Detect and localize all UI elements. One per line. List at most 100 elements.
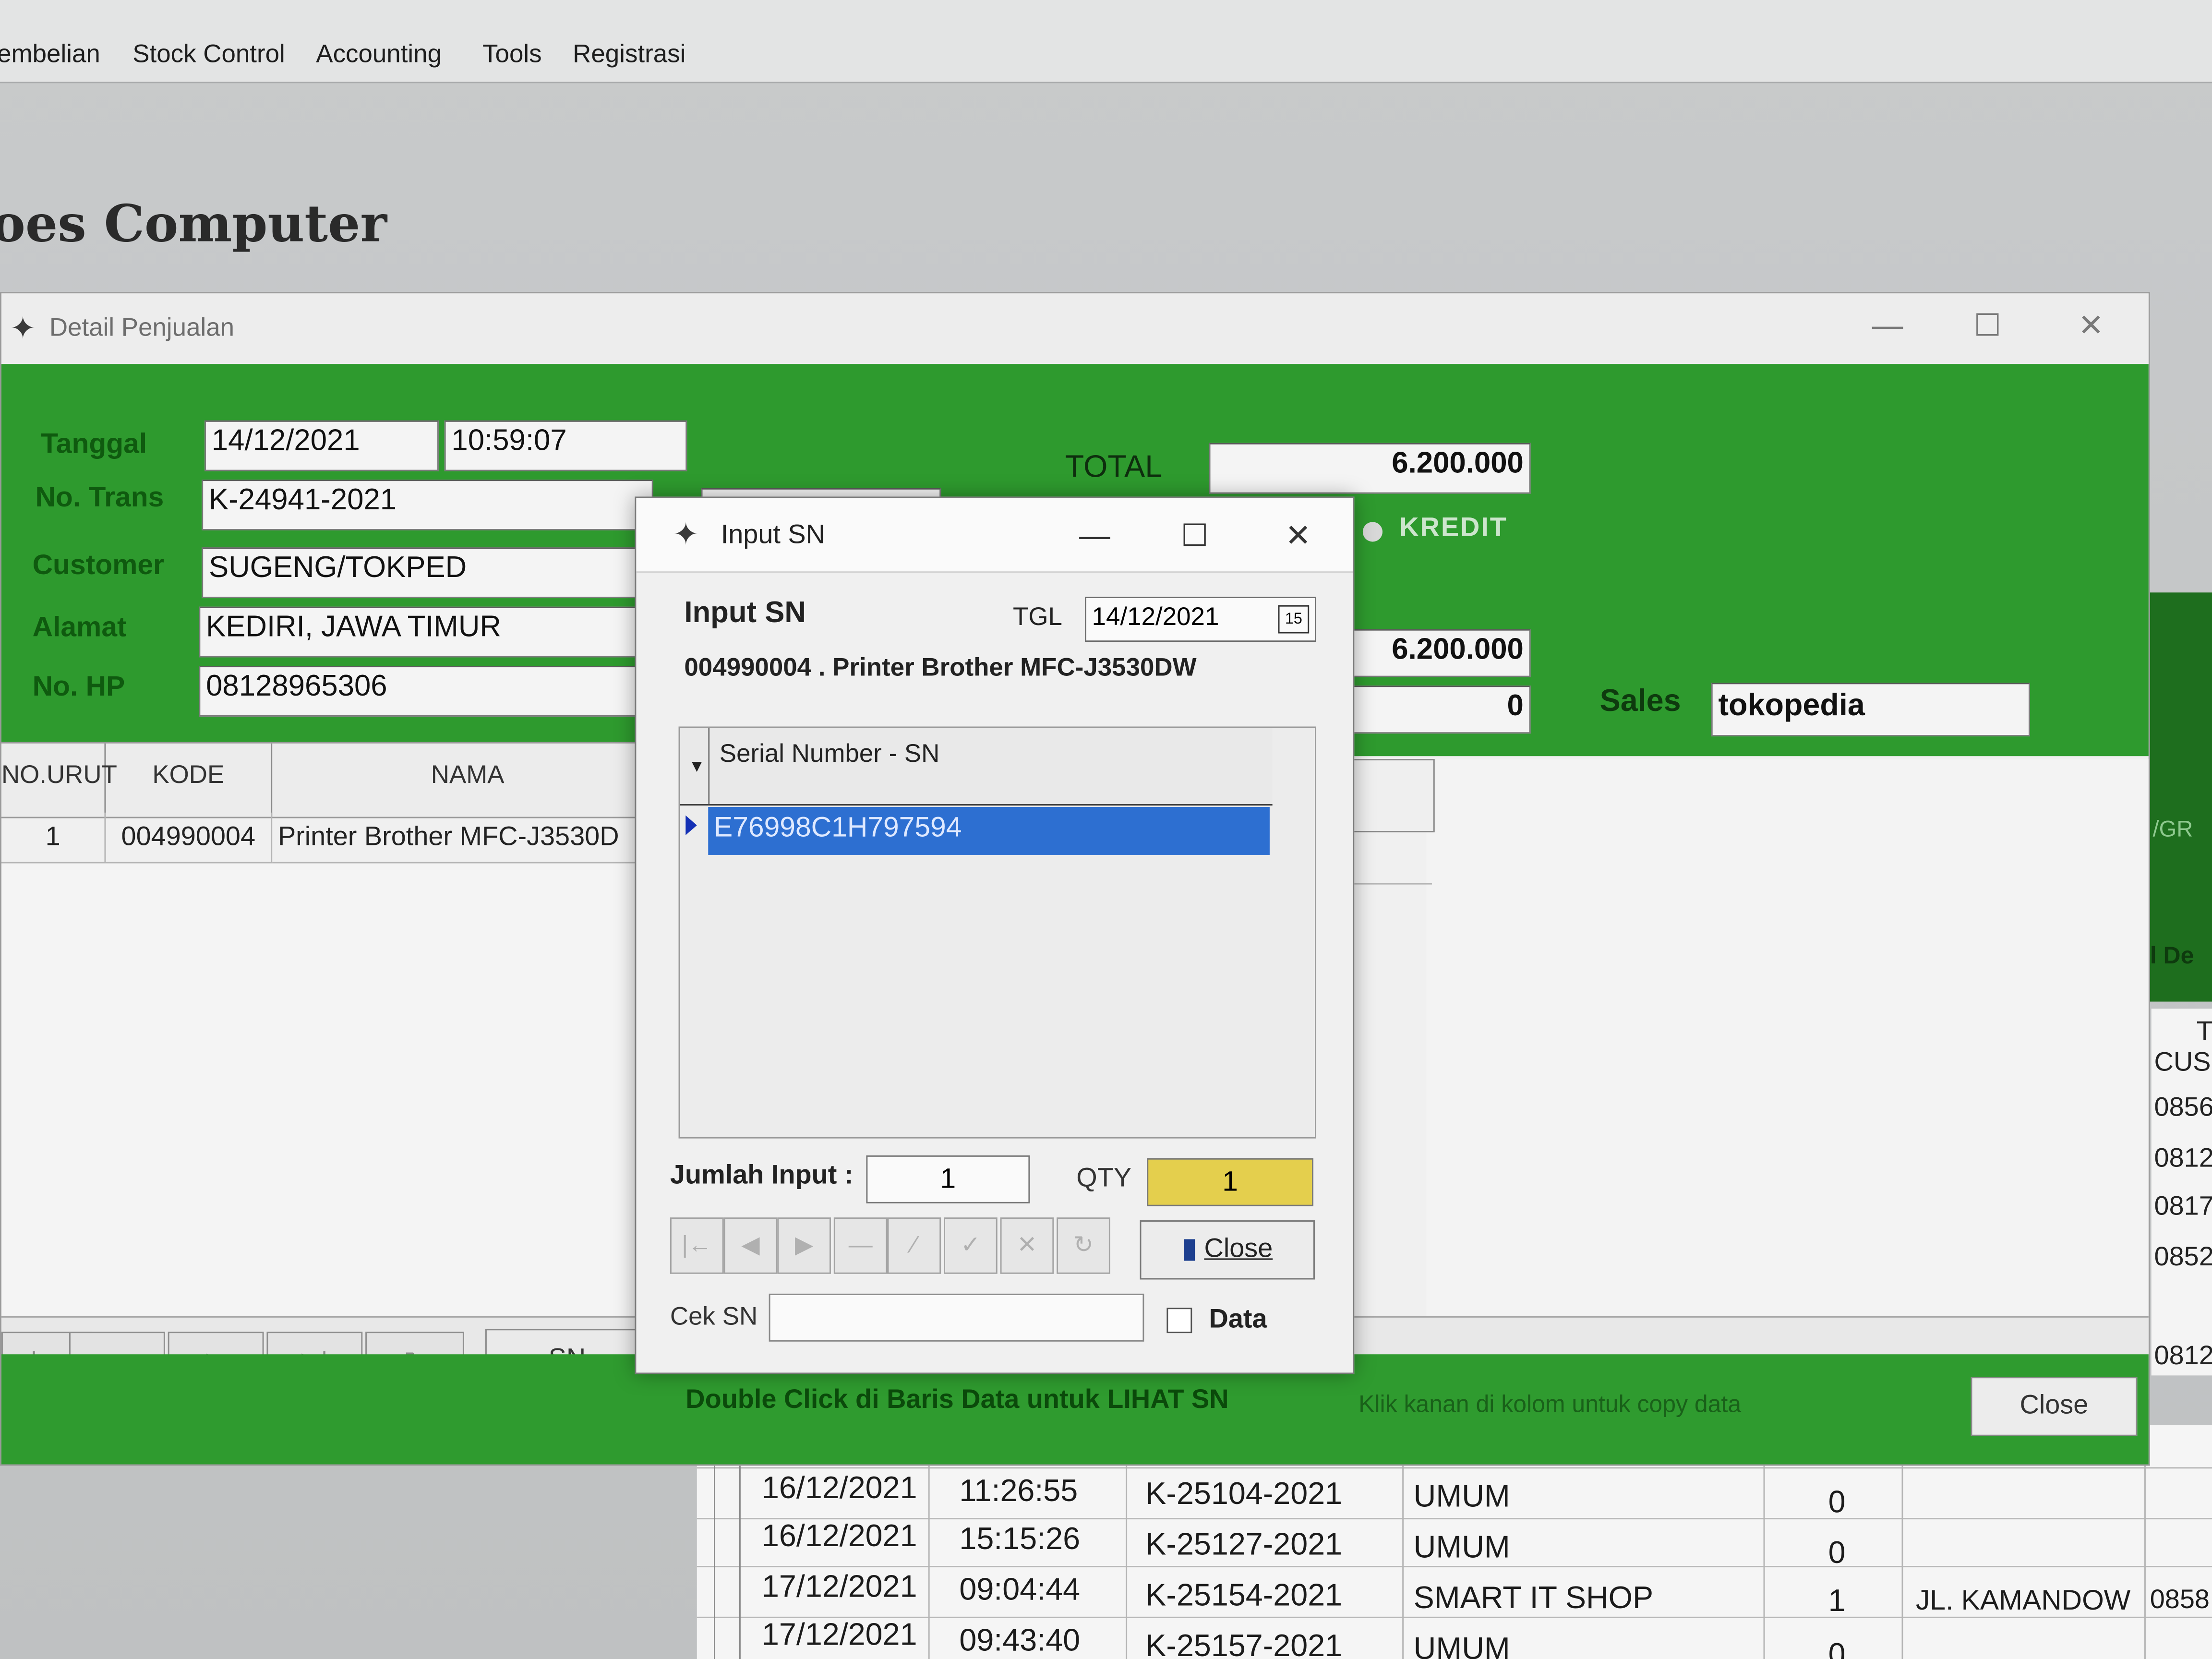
column-serial-number[interactable]: Serial Number - SN [720,739,940,769]
close-label: Close [1204,1234,1273,1264]
dialog-titlebar[interactable]: ✦ Input SN — ☐ ✕ [636,498,1353,573]
row-trans: K-25154-2021 [1145,1577,1343,1613]
row-customer: UMUM [1413,1478,1510,1514]
cancel-icon[interactable]: ✕ [1000,1217,1054,1274]
background-green-strip: /GR l De [2147,592,2212,1002]
minimize-icon[interactable]: — [1872,308,1903,344]
menu-registrasi[interactable]: Registrasi [573,39,685,69]
jumlah-input-label: Jumlah Input : [670,1161,854,1191]
close-button[interactable]: Close [1971,1377,2138,1436]
cell-nama: Printer Brother MFC-J3530D [272,812,665,864]
cell-kode: 004990004 [106,812,273,864]
tgl-label: TGL [1013,602,1062,631]
sales-field[interactable]: tokopedia [1711,683,2030,737]
sales-label: Sales [1599,683,1681,718]
close-icon[interactable]: ✕ [2078,308,2104,344]
customer-label: Customer [32,550,164,581]
menu-tools[interactable]: Tools [482,39,542,69]
row-date: 16/12/2021 [761,1518,917,1553]
dialog-close-button[interactable]: ▮ Close [1140,1220,1315,1280]
insert-icon[interactable]: — [833,1217,888,1274]
column-nama[interactable]: NAMA [272,743,665,817]
side-label: l De [2150,942,2194,969]
post-icon[interactable]: ✓ [944,1217,998,1274]
cell: 0856 [2154,1093,2212,1123]
alamat-label: Alamat [32,612,127,644]
menu-pembelian[interactable]: embelian [0,39,100,69]
app-icon: ✦ [673,516,699,552]
calendar-icon[interactable]: 15 [1278,605,1310,634]
window-title: Detail Penjualan [49,313,235,342]
refresh-icon[interactable]: ↻ [1057,1217,1110,1274]
tanggal-time-field[interactable]: 10:59:07 [444,420,687,471]
row-time: 15:15:26 [959,1521,1081,1556]
column-header: CUS [2154,1048,2211,1078]
row-time: 09:04:44 [959,1571,1081,1607]
qty-label: QTY [1076,1164,1132,1194]
row-trans: K-25157-2021 [1145,1628,1343,1659]
menu-stock-control[interactable]: Stock Control [132,39,285,69]
row-phone: 0858 [2150,1586,2210,1615]
cell: 0812 [2154,1144,2212,1174]
discount-field: 0 [1353,685,1531,734]
dialog-heading: Input SN [684,597,806,629]
app-title: oes Computer [0,194,387,254]
dialog-title: Input SN [721,520,826,551]
prior-icon[interactable]: ◀ [723,1217,778,1274]
delete-icon[interactable]: ∕ [887,1217,941,1274]
row-count: 0 [1828,1636,1846,1659]
menu-accounting[interactable]: Accounting [316,39,442,69]
side-label: /GR [2152,818,2193,842]
menu-bar: embelian Stock Control Accounting Tools … [0,0,2212,84]
items-grid-header: NO.URUT KODE NAMA [1,742,665,818]
window-titlebar[interactable]: ✦ Detail Penjualan — ☐ ✕ [1,293,2149,364]
tgl-value: 14/12/2021 [1092,602,1219,631]
screen: embelian Stock Control Accounting Tools … [0,0,2212,1659]
background-customer-column: T CUS 0856 0812 0817 0852 0812 [2151,1009,2212,1376]
row-count: 0 [1828,1484,1846,1520]
customer-field[interactable]: SUGENG/TOKPED [202,547,653,599]
data-checkbox[interactable] [1166,1308,1192,1334]
row-date: 16/12/2021 [761,1470,917,1505]
row-customer: SMART IT SHOP [1413,1580,1654,1615]
tgl-date-picker[interactable]: 14/12/2021 15 [1084,597,1316,642]
tanggal-date-field[interactable]: 14/12/2021 [204,420,439,471]
row-time: 11:26:55 [959,1473,1078,1508]
right-panel [1347,759,2149,1394]
serial-number-grid: ▼ Serial Number - SN E76998C1H797594 [678,726,1316,1139]
row-address: JL. KAMANDOW [1915,1586,2131,1617]
list-item[interactable]: E76998C1H797594 [708,806,1270,855]
no-hp-field[interactable]: 08128965306 [199,666,653,717]
column-no-urut[interactable]: NO.URUT [1,743,117,817]
kredit-label: KREDIT [1399,513,1508,543]
jumlah-input-field[interactable]: 1 [866,1155,1030,1203]
row-date: 17/12/2021 [761,1616,917,1652]
column-kode[interactable]: KODE [106,743,273,817]
cell: 0852 [2154,1243,2212,1273]
alamat-field[interactable]: KEDIRI, JAWA TIMUR [199,606,653,658]
column-dropdown-icon[interactable]: ▼ [688,756,705,776]
input-sn-dialog: ✦ Input SN — ☐ ✕ Input SN TGL 14/12/2021… [635,496,1355,1374]
cell: 0812 [2154,1341,2212,1371]
row-trans: K-25127-2021 [1145,1526,1343,1562]
grid-header: ▼ Serial Number - SN [680,728,1273,806]
first-icon[interactable]: |← [670,1217,724,1274]
qty-field: 1 [1147,1158,1314,1206]
total-field: 6.200.000 [1209,443,1531,494]
maximize-icon[interactable]: ☐ [1181,518,1209,554]
close-icon[interactable]: ✕ [1285,518,1311,554]
grid-scroll-area [1272,728,1315,1137]
no-trans-field[interactable]: K-24941-2021 [202,480,653,530]
data-label: Data [1209,1305,1267,1335]
cek-sn-label: Cek SN [670,1302,758,1331]
cek-sn-input[interactable] [769,1293,1144,1342]
minimize-icon[interactable]: — [1079,518,1110,554]
row-date: 17/12/2021 [761,1568,917,1604]
maximize-icon[interactable]: ☐ [1973,308,2001,344]
kredit-radio[interactable] [1362,522,1383,542]
status-message: Double Click di Baris Data untuk LIHAT S… [685,1385,1229,1415]
column-header: T [2196,1017,2212,1047]
row-customer: UMUM [1413,1631,1510,1659]
next-icon[interactable]: ▶ [777,1217,831,1274]
row-trans: K-25104-2021 [1145,1475,1343,1511]
